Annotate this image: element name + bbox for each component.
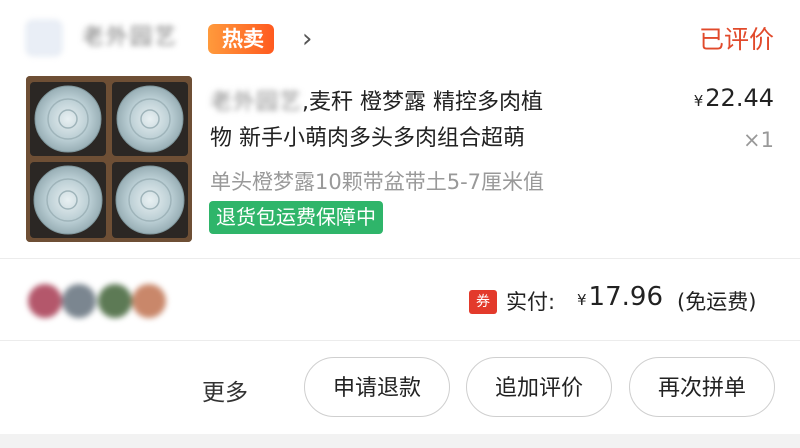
divider <box>0 258 800 259</box>
product-quantity: ×1 <box>743 128 774 152</box>
chevron-right-icon[interactable]: › <box>302 24 312 54</box>
divider <box>0 340 800 341</box>
bottom-separator <box>0 434 800 448</box>
more-button[interactable]: 更多 <box>202 373 248 407</box>
shipping-note: (免运费) <box>677 290 757 314</box>
avatar <box>62 284 96 318</box>
product-price: ¥22.44 <box>694 84 774 112</box>
return-shipping-guarantee-badge: 退货包运费保障中 <box>209 201 383 234</box>
price-currency: ¥ <box>693 92 704 110</box>
hot-sale-badge: 热卖 <box>208 24 274 54</box>
product-title-text-1: ,麦秆 橙梦露 精控多肉植 <box>302 90 543 115</box>
group-avatars <box>28 284 178 318</box>
paid-label: 实付: <box>506 290 556 314</box>
product-image[interactable] <box>26 76 192 242</box>
store-header[interactable]: 老外园艺 热卖 › 已评价 <box>0 0 800 70</box>
coupon-icon: 券 <box>469 290 497 314</box>
price-value: 22.44 <box>705 84 774 112</box>
product-title-line-2[interactable]: 物 新手小萌肉多头多肉组合超萌 <box>210 120 525 152</box>
paid-value: 17.96 <box>588 282 663 312</box>
avatar <box>132 284 166 318</box>
product-title-store-prefix: 老外园艺 <box>210 90 303 115</box>
order-status: 已评价 <box>698 25 774 54</box>
succulent-photo <box>26 76 192 242</box>
request-refund-button[interactable]: 申请退款 <box>304 357 450 417</box>
product-sku: 单头橙梦露10颗带盆带土5-7厘米值 <box>210 170 545 194</box>
store-logo <box>26 20 62 56</box>
store-name[interactable]: 老外园艺 <box>82 24 178 52</box>
avatar <box>98 284 132 318</box>
rebuy-button[interactable]: 再次拼单 <box>629 357 775 417</box>
avatar <box>28 284 62 318</box>
add-review-button[interactable]: 追加评价 <box>466 357 612 417</box>
product-title-line-1[interactable]: 老外园艺,麦秆 橙梦露 精控多肉植 <box>210 84 543 116</box>
paid-amount: ¥17.96 <box>577 282 663 312</box>
paid-currency: ¥ <box>577 291 587 309</box>
